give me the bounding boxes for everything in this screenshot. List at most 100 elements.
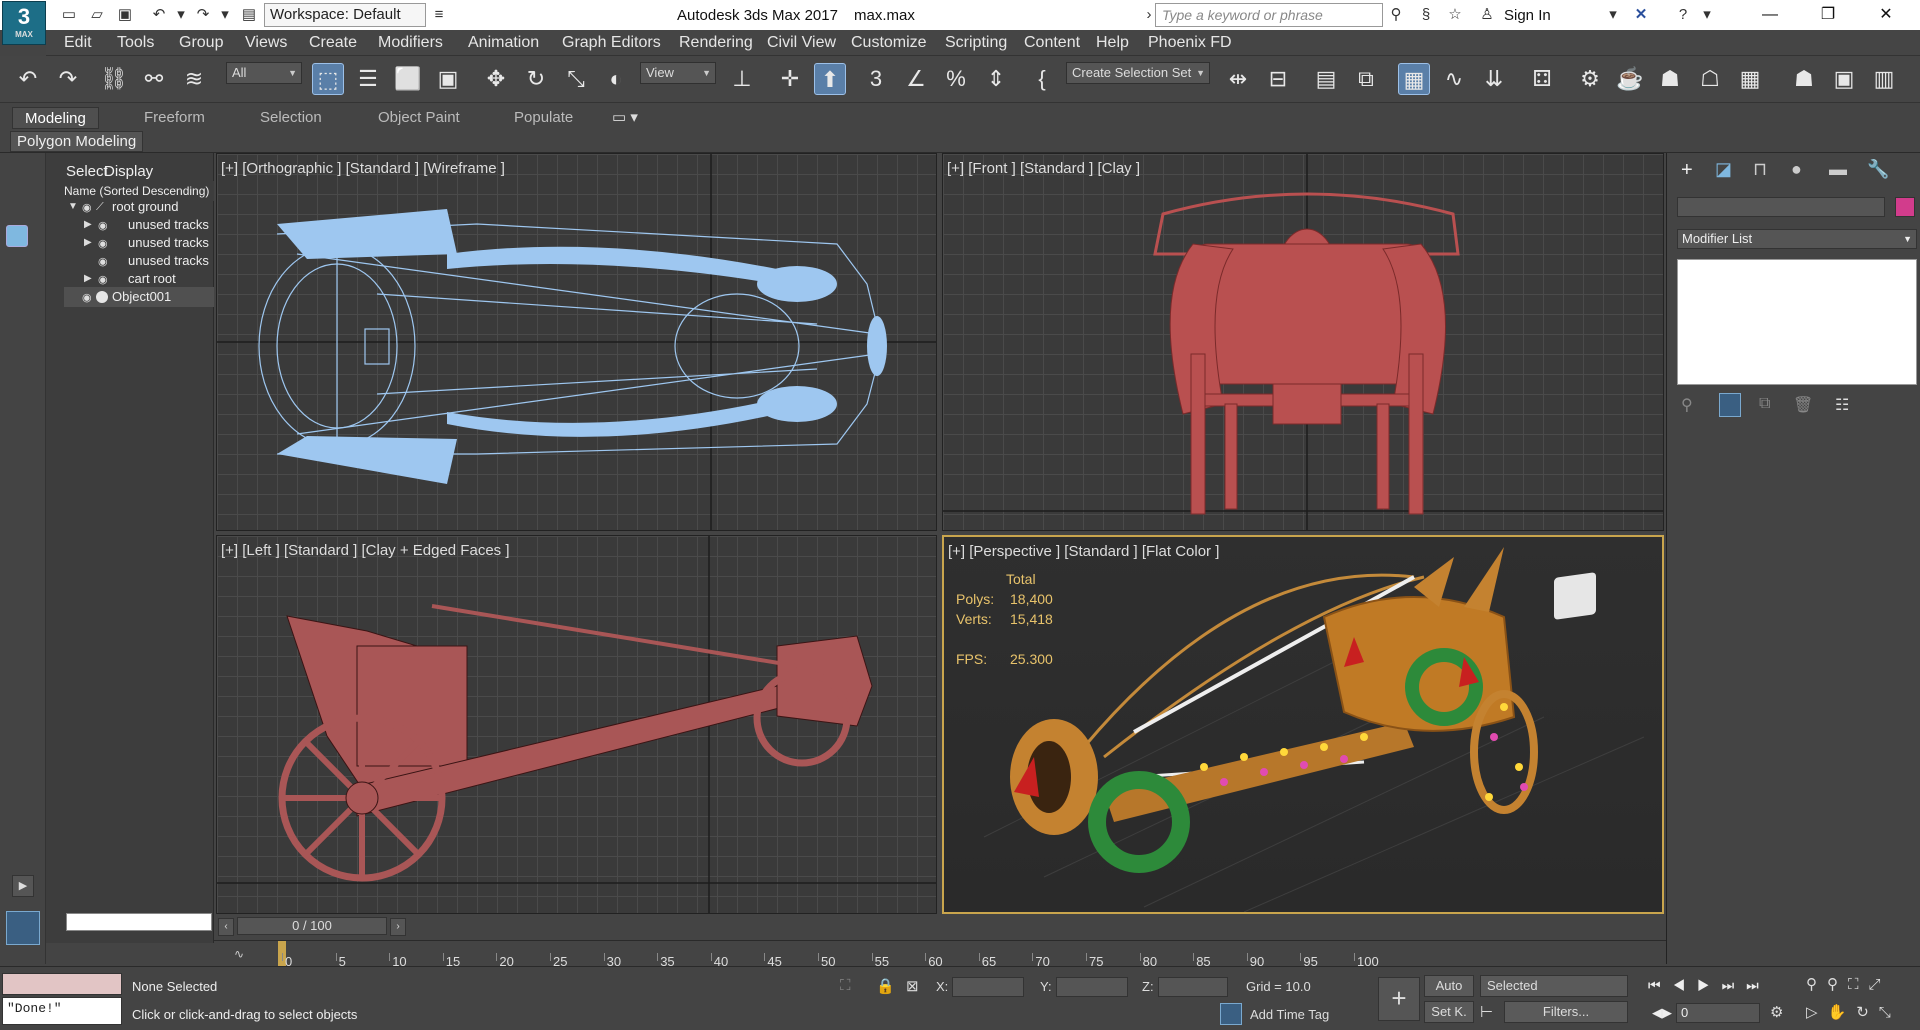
spinner-snap-icon[interactable]: ⇕ xyxy=(980,63,1012,95)
viewport-layout-icon[interactable] xyxy=(6,911,40,945)
menu-civil-view[interactable]: Civil View xyxy=(767,34,836,52)
percent-snap-icon[interactable]: % xyxy=(940,63,972,95)
configure-modifier-sets-icon[interactable]: ☷ xyxy=(1835,395,1849,415)
menu-edit[interactable]: Edit xyxy=(64,34,92,52)
utilities-tab-icon[interactable]: 🔧 xyxy=(1867,159,1889,180)
undo-icon[interactable]: ↶ xyxy=(148,4,170,26)
maxscript-listener-input[interactable] xyxy=(2,973,122,995)
display-geometry-icon[interactable] xyxy=(6,225,28,247)
render-frame-icon[interactable]: ▣ xyxy=(1828,63,1860,95)
angle-snap-icon[interactable]: ∠ xyxy=(900,63,932,95)
exchange-apps-icon[interactable]: ✕ xyxy=(1630,4,1652,26)
material-editor-icon[interactable]: ⚙ xyxy=(1574,63,1606,95)
window-crossing-icon[interactable]: ▣ xyxy=(432,63,464,95)
menu-tools[interactable]: Tools xyxy=(117,34,154,52)
schematic-view-icon[interactable]: ⚃ xyxy=(1526,63,1558,95)
bind-space-warp-icon[interactable]: ≋ xyxy=(178,63,210,95)
object-name-field[interactable] xyxy=(1677,197,1885,217)
toggle-ribbon-icon[interactable]: ▦ xyxy=(1398,63,1430,95)
workspace-menu-icon[interactable]: ≡ xyxy=(428,4,450,26)
remove-modifier-icon[interactable]: 🗑 xyxy=(1793,395,1813,415)
visibility-eye-icon[interactable]: ◉ xyxy=(98,255,108,268)
select-object-icon[interactable]: ⬚ xyxy=(312,63,344,95)
pivot-center-icon[interactable]: ⊥ xyxy=(726,63,758,95)
expand-toolbar-icon[interactable]: ▶ xyxy=(12,875,34,897)
ribbon-options-icon[interactable]: ▭ ▾ xyxy=(612,107,638,129)
menu-create[interactable]: Create xyxy=(309,34,357,52)
visibility-eye-icon[interactable]: ◉ xyxy=(82,201,92,214)
motion-tab-icon[interactable]: ● xyxy=(1791,159,1802,180)
auto-key-button[interactable]: Auto xyxy=(1424,975,1474,997)
viewport-left[interactable]: [+] [Left ] [Standard ] [Clay + Edged Fa… xyxy=(216,535,937,914)
render-setup-icon[interactable]: ☕ xyxy=(1614,63,1646,95)
workspace-dropdown[interactable]: Workspace: Default xyxy=(264,3,426,27)
user-icon[interactable]: ♙ xyxy=(1476,4,1498,26)
reference-coordinate-dropdown[interactable]: View xyxy=(640,62,716,84)
binoculars-icon[interactable]: ⚲ xyxy=(1385,4,1407,26)
z-coordinate-field[interactable] xyxy=(1158,977,1228,997)
viewport-perspective[interactable]: [+] [Perspective ] [Standard ] [Flat Col… xyxy=(942,535,1664,914)
viewcube-icon[interactable] xyxy=(1554,572,1596,620)
create-tab-icon[interactable]: + xyxy=(1681,159,1693,182)
time-slider-thumb[interactable]: 0 / 100 xyxy=(237,917,387,935)
scene-explorer-icon[interactable]: ▤ xyxy=(1310,63,1342,95)
keyboard-shortcut-override-icon[interactable]: ⬆ xyxy=(814,63,846,95)
menu-rendering[interactable]: Rendering xyxy=(679,34,753,52)
close-button[interactable]: ✕ xyxy=(1858,0,1914,30)
key-step-icon[interactable]: ◀▶ xyxy=(1652,1005,1672,1021)
menu-help[interactable]: Help xyxy=(1096,34,1129,52)
menu-animation[interactable]: Animation xyxy=(468,34,539,52)
visibility-eye-icon[interactable]: ◉ xyxy=(82,291,92,304)
expand-arrow-icon[interactable]: ▼ xyxy=(68,201,78,212)
render-window-icon[interactable]: ▥ xyxy=(1868,63,1900,95)
tree-row-unused-tracks-3[interactable]: unused tracks xyxy=(64,251,214,271)
time-tag-icon[interactable] xyxy=(1220,1003,1242,1025)
redo-icon[interactable]: ↷ xyxy=(192,4,214,26)
time-slider-prev-icon[interactable]: ‹ xyxy=(218,918,234,936)
absolute-mode-icon[interactable]: ⊠ xyxy=(906,977,919,995)
rendered-frame-window-icon[interactable]: ☗ xyxy=(1654,63,1686,95)
viewport-navigation-bottom[interactable]: ▷✋↻⤡ xyxy=(1806,1003,1901,1021)
search-input[interactable]: Type a keyword or phrase xyxy=(1155,3,1383,27)
playback-controls[interactable]: ⏮◀▶⏭⏭ xyxy=(1648,977,1771,994)
render-production-icon[interactable]: ☖ xyxy=(1694,63,1726,95)
help-dropdown-icon[interactable]: ▾ xyxy=(1696,4,1718,26)
tab-select[interactable]: Select xyxy=(66,163,108,180)
viewport-navigation-top[interactable]: ⚲⚲⛶⤢ xyxy=(1806,975,1890,993)
expand-arrow-icon[interactable]: ▶ xyxy=(84,273,92,284)
sign-in-link[interactable]: Sign In xyxy=(1504,7,1551,24)
app-logo[interactable]: 3 MAX xyxy=(2,1,46,45)
modifier-stack[interactable] xyxy=(1677,259,1917,385)
redo-dropdown-icon[interactable]: ▾ xyxy=(214,4,236,26)
edit-named-selection-icon[interactable]: { xyxy=(1026,63,1058,95)
time-slider-next-icon[interactable]: › xyxy=(390,918,406,936)
set-key-button[interactable]: Set K. xyxy=(1424,1001,1474,1023)
pin-stack-icon[interactable]: ⚲ xyxy=(1681,395,1693,415)
freeze-icon[interactable]: ⟋ xyxy=(96,201,104,214)
modifier-list-dropdown[interactable]: Modifier List ▼ xyxy=(1677,229,1917,249)
snaps-toggle-icon[interactable]: 3 xyxy=(860,63,892,95)
menu-views[interactable]: Views xyxy=(245,34,287,52)
mirror-icon[interactable]: ⇹ xyxy=(1222,63,1254,95)
display-tab-icon[interactable]: ▬ xyxy=(1829,159,1847,180)
visibility-eye-icon[interactable]: ◉ xyxy=(98,237,108,250)
save-file-icon[interactable]: ▣ xyxy=(114,4,136,26)
selection-filter-dropdown[interactable]: All xyxy=(226,62,302,84)
minimize-button[interactable]: — xyxy=(1742,0,1798,30)
y-coordinate-field[interactable] xyxy=(1056,977,1128,997)
key-filters-icon[interactable]: ⊢ xyxy=(1480,1003,1493,1021)
restore-button[interactable]: ❐ xyxy=(1800,0,1856,30)
x-coordinate-field[interactable] xyxy=(952,977,1024,997)
polygon-modeling-panel[interactable]: Polygon Modeling xyxy=(10,131,144,152)
menu-customize[interactable]: Customize xyxy=(851,34,927,52)
menu-group[interactable]: Group xyxy=(179,34,223,52)
undo-dropdown-icon[interactable]: ▾ xyxy=(170,4,192,26)
show-end-result-icon[interactable] xyxy=(1719,393,1741,417)
maxscript-output[interactable]: "Done!" xyxy=(2,997,122,1025)
tab-selection[interactable]: Selection xyxy=(260,107,322,129)
modify-tab-icon[interactable]: ◪ xyxy=(1715,159,1732,180)
menu-content[interactable]: Content xyxy=(1024,34,1080,52)
viewport-front[interactable]: [+] [Front ] [Standard ] [Clay ] xyxy=(942,153,1664,531)
scale-icon[interactable]: ⤡ xyxy=(560,63,592,95)
open-file-icon[interactable]: ▱ xyxy=(86,4,108,26)
